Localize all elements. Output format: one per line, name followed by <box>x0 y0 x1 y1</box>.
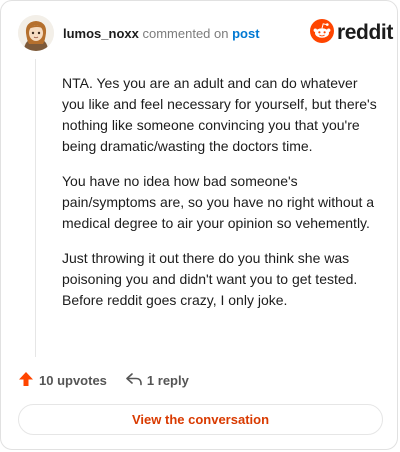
upvotes[interactable]: 10 upvotes <box>18 371 107 390</box>
reddit-snoo-icon <box>310 18 334 48</box>
replies-label: 1 reply <box>146 372 189 388</box>
replies[interactable]: 1 reply <box>125 371 189 390</box>
upvotes-label: 10 upvotes <box>39 372 107 388</box>
comment-paragraph: You have no idea how bad someone's pain/… <box>62 173 375 231</box>
reply-arrow-icon <box>125 371 143 390</box>
comment-action-text: commented on <box>142 26 229 41</box>
comment-header: lumos_noxx commented on post <box>63 26 260 42</box>
comment-footer: 10 upvotes 1 reply <box>18 370 189 390</box>
comment-body: NTA. Yes you are an adult and can do wha… <box>62 73 380 325</box>
reddit-wordmark: reddit <box>337 21 393 44</box>
reddit-logo[interactable]: reddit <box>310 18 393 48</box>
avatar[interactable] <box>18 15 54 51</box>
upvote-arrow-icon <box>18 371 34 390</box>
view-conversation-button[interactable]: View the conversation <box>18 404 383 435</box>
username[interactable]: lumos_noxx <box>63 26 139 41</box>
thread-line <box>35 59 36 357</box>
comment-paragraph: Just throwing it out there do you think … <box>62 250 358 308</box>
comment-paragraph: NTA. Yes you are an adult and can do wha… <box>62 75 377 154</box>
post-link[interactable]: post <box>232 26 259 41</box>
comment-card: lumos_noxx commented on post reddit NTA.… <box>0 0 398 450</box>
